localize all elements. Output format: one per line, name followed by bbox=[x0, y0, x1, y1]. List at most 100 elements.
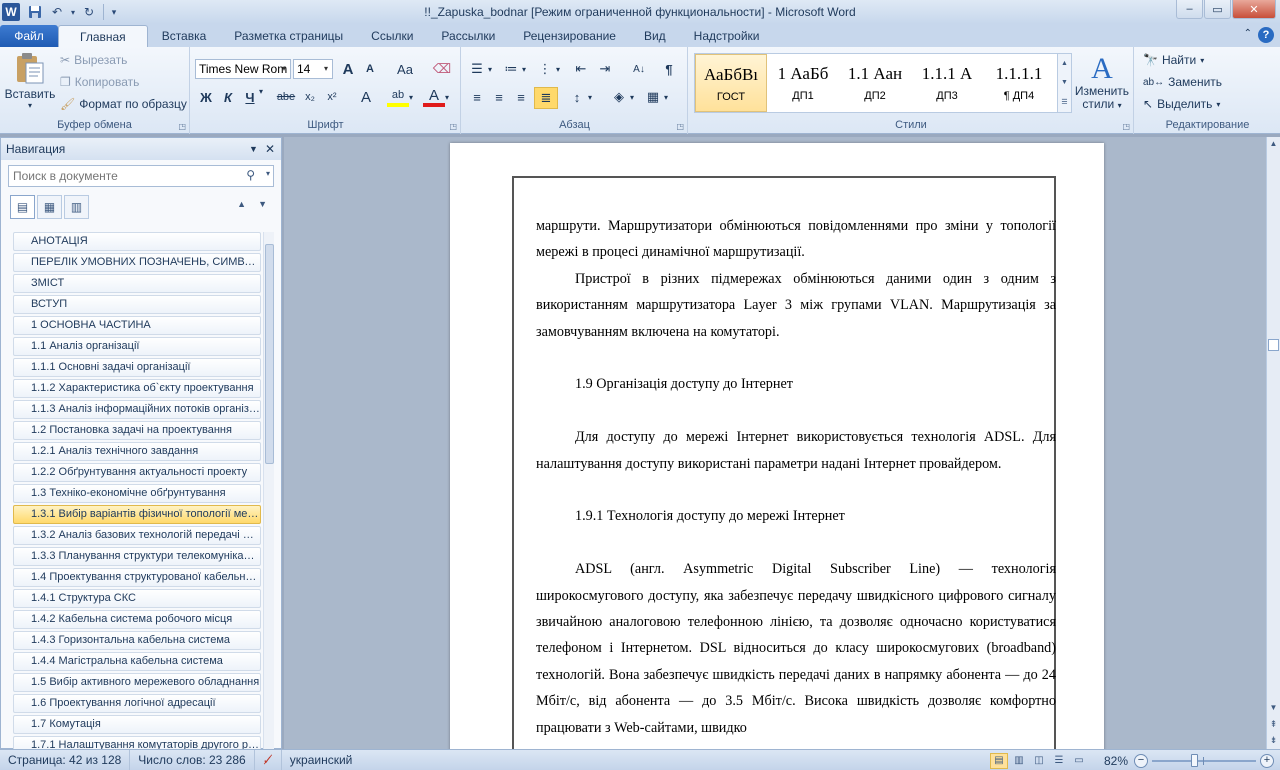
tab-addins[interactable]: Надстройки bbox=[680, 25, 774, 47]
font-color-dropdown-icon[interactable]: ▾ bbox=[445, 93, 449, 102]
sort-button[interactable]: A↓ bbox=[628, 59, 650, 79]
nav-item[interactable]: 1.4.2 Кабельна система робочого місця bbox=[13, 610, 261, 629]
nav-item[interactable]: 1.3.3 Планування структури телекомунікац… bbox=[13, 547, 261, 566]
search-icon[interactable]: ⚲ bbox=[246, 168, 255, 182]
nav-item[interactable]: 1.1.1 Основні задачі організації bbox=[13, 358, 261, 377]
nav-item[interactable]: ПЕРЕЛІК УМОВНИХ ПОЗНАЧЕНЬ, СИМВОЛІВ, ОДИ… bbox=[13, 253, 261, 272]
nav-item[interactable]: 1.1.3 Аналіз інформаційних потоків орган… bbox=[13, 400, 261, 419]
nav-item[interactable]: 1.7.1 Налаштування комутаторів другого р… bbox=[13, 736, 261, 750]
document-text[interactable]: маршрути. Маршрутизатори обмінюються пов… bbox=[536, 213, 1056, 741]
borders-button[interactable]: ▦ ▾ bbox=[642, 87, 668, 107]
tab-review[interactable]: Рецензирование bbox=[509, 25, 630, 47]
bullets-button[interactable]: ☰ ▾ bbox=[466, 59, 492, 79]
word-count[interactable]: Число слов: 23 286 bbox=[130, 749, 255, 770]
select-button[interactable]: ↖ Выделить ▾ bbox=[1143, 97, 1220, 111]
nav-item[interactable]: 1.3 Техніко-економічне обґрунтування bbox=[13, 484, 261, 503]
proofing-icon[interactable]: ✓̸ bbox=[255, 749, 282, 770]
zoom-out-button[interactable]: − bbox=[1134, 753, 1148, 768]
page-count[interactable]: Страница: 42 из 128 bbox=[0, 749, 131, 770]
zoom-level[interactable]: 82% bbox=[1090, 754, 1134, 768]
pane-options-icon[interactable]: ▼ bbox=[249, 138, 258, 160]
headings-view-icon[interactable]: ▤ bbox=[10, 195, 35, 219]
underline-dropdown-icon[interactable]: ▾ bbox=[259, 87, 263, 96]
previous-page-icon[interactable]: ⇞ bbox=[1267, 717, 1280, 731]
font-size-dropdown-icon[interactable]: ▾ bbox=[320, 60, 332, 78]
nav-item[interactable]: 1 ОСНОВНА ЧАСТИНА bbox=[13, 316, 261, 335]
copy-button[interactable]: ❐ Копировать bbox=[60, 75, 139, 89]
clipboard-launcher-icon[interactable]: ◳ bbox=[178, 122, 186, 131]
cut-button[interactable]: ✂ Вырезать bbox=[60, 53, 127, 67]
show-marks-button[interactable]: ¶ bbox=[658, 59, 680, 79]
styles-launcher-icon[interactable]: ◳ bbox=[1122, 122, 1130, 131]
results-view-icon[interactable]: ▥ bbox=[64, 195, 89, 219]
justify-button[interactable]: ≣ bbox=[534, 87, 558, 109]
customize-icon[interactable]: ▾ bbox=[107, 2, 121, 22]
save-icon[interactable] bbox=[24, 2, 46, 22]
italic-button[interactable]: К bbox=[217, 87, 239, 107]
nav-item[interactable]: 1.6 Проектування логічної адресації bbox=[13, 694, 261, 713]
tab-file[interactable]: Файл bbox=[0, 25, 58, 47]
nav-item[interactable]: 1.4.4 Магістральна кабельна система bbox=[13, 652, 261, 671]
outline-view-icon[interactable]: ☰ bbox=[1050, 753, 1068, 769]
bold-button[interactable]: Ж bbox=[195, 87, 217, 107]
font-name-dropdown-icon[interactable]: ▾ bbox=[278, 60, 290, 78]
navigation-scroll-thumb[interactable] bbox=[265, 244, 274, 464]
zoom-knob[interactable] bbox=[1191, 753, 1198, 767]
nav-item[interactable]: ЗМІСТ bbox=[13, 274, 261, 293]
nav-item[interactable]: 1.4.3 Горизонтальна кабельна система bbox=[13, 631, 261, 650]
shading-button[interactable]: ◈ ▾ bbox=[608, 87, 634, 107]
language[interactable]: украинский bbox=[282, 750, 361, 770]
replace-button[interactable]: ab↔ Заменить bbox=[1143, 75, 1222, 89]
nav-item[interactable]: 1.3.2 Аналіз базових технологій передачі… bbox=[13, 526, 261, 545]
tab-insert[interactable]: Вставка bbox=[148, 25, 221, 47]
underline-button[interactable]: Ч bbox=[239, 87, 261, 107]
style-dp3[interactable]: 1.1.1 А ДП3 bbox=[911, 54, 983, 112]
highlight-button[interactable]: ab ▾ bbox=[387, 87, 413, 107]
more-styles-icon[interactable]: ☰ bbox=[1061, 98, 1067, 106]
nav-item-active[interactable]: 1.3.1 Вибір варіантів фізичної топології… bbox=[13, 505, 261, 524]
nav-item[interactable]: 1.4.1 Структура СКС bbox=[13, 589, 261, 608]
nav-item[interactable]: 1.5 Вибір активного мережевого обладнанн… bbox=[13, 673, 261, 692]
minimize-button[interactable]: – bbox=[1176, 0, 1203, 19]
web-layout-icon[interactable]: ◫ bbox=[1030, 753, 1048, 769]
reading-view-icon[interactable]: ▥ bbox=[1010, 753, 1028, 769]
minimize-ribbon-icon[interactable]: ⌃ bbox=[1244, 28, 1252, 39]
zoom-slider[interactable] bbox=[1152, 753, 1256, 769]
find-button[interactable]: 🔭 Найти ▾ bbox=[1143, 53, 1204, 67]
change-styles-button[interactable]: A Изменить стили ▾ bbox=[1074, 53, 1130, 112]
zoom-in-button[interactable]: + bbox=[1260, 753, 1274, 768]
word-icon[interactable]: W bbox=[2, 3, 20, 21]
document-scroll-thumb[interactable] bbox=[1268, 339, 1279, 351]
tab-page-layout[interactable]: Разметка страницы bbox=[220, 25, 357, 47]
numbering-button[interactable]: ≔ ▾ bbox=[500, 59, 527, 79]
draft-view-icon[interactable]: ▭ bbox=[1070, 753, 1088, 769]
superscript-button[interactable]: x² bbox=[321, 87, 343, 107]
tab-mailings[interactable]: Рассылки bbox=[427, 25, 509, 47]
nav-item[interactable]: АНОТАЦІЯ bbox=[13, 232, 261, 251]
strikethrough-button[interactable]: abe bbox=[275, 87, 297, 107]
pages-view-icon[interactable]: ▦ bbox=[37, 195, 62, 219]
shrink-font-button[interactable]: A bbox=[359, 59, 381, 79]
style-dp4[interactable]: 1.1.1.1 ¶ ДП4 bbox=[983, 54, 1055, 112]
scroll-up-icon[interactable]: ▲ bbox=[1267, 137, 1280, 151]
styles-gallery-scroll[interactable]: ▲ ▼ ☰ bbox=[1058, 53, 1072, 113]
format-painter-button[interactable]: 🖌 Формат по образцу bbox=[60, 97, 187, 111]
document-scrollbar[interactable]: ▲ ▼ ⇞ ⇟ bbox=[1266, 137, 1280, 749]
redo-icon[interactable]: ↻ bbox=[78, 2, 100, 22]
close-pane-icon[interactable]: ✕ bbox=[265, 138, 275, 160]
search-dropdown-icon[interactable]: ▾ bbox=[266, 169, 270, 178]
chevron-up-icon[interactable]: ▲ bbox=[1061, 60, 1068, 67]
nav-item[interactable]: 1.4 Проектування структурованої кабельно… bbox=[13, 568, 261, 587]
tab-view[interactable]: Вид bbox=[630, 25, 680, 47]
style-dp2[interactable]: 1.1 Аан ДП2 bbox=[839, 54, 911, 112]
increase-indent-button[interactable]: ⇥ bbox=[594, 59, 616, 79]
align-right-button[interactable]: ≡ bbox=[510, 87, 532, 107]
style-gost[interactable]: АаБбВı ГОСТ bbox=[695, 54, 767, 112]
nav-item[interactable]: 1.2.1 Аналіз технічного завдання bbox=[13, 442, 261, 461]
nav-item[interactable]: 1.7 Комутація bbox=[13, 715, 261, 734]
multilevel-list-button[interactable]: ⋮ ▾ bbox=[534, 59, 561, 79]
paragraph-launcher-icon[interactable]: ◳ bbox=[676, 122, 684, 131]
close-button[interactable]: ✕ bbox=[1232, 0, 1276, 19]
style-dp1[interactable]: 1 АаБб ДП1 bbox=[767, 54, 839, 112]
grow-font-button[interactable]: A bbox=[337, 59, 359, 79]
